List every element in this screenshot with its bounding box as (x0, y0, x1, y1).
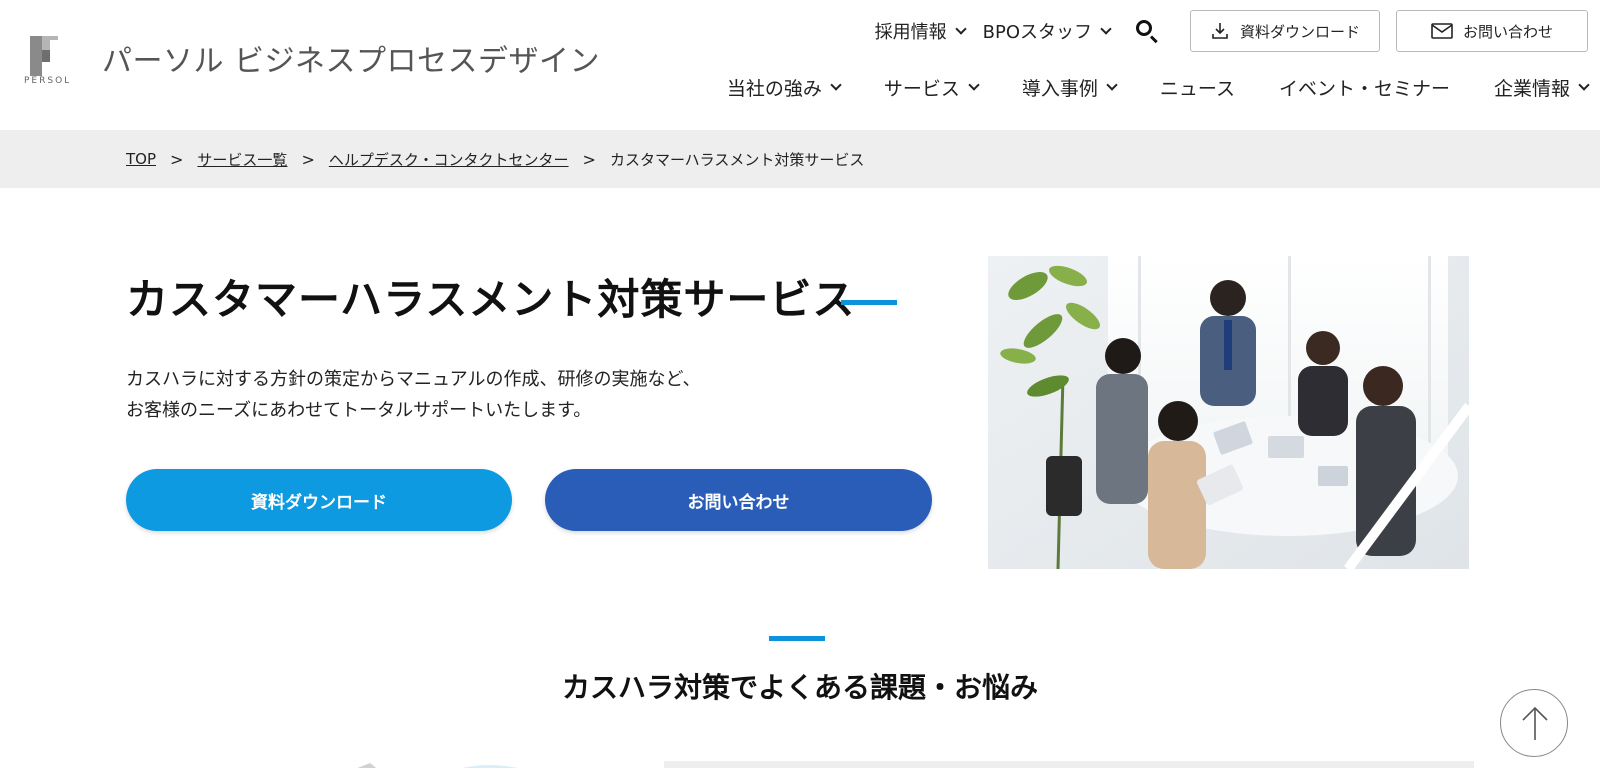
back-to-top-button[interactable] (1500, 689, 1568, 757)
header-contact-label: お問い合わせ (1462, 22, 1553, 41)
breadcrumb: TOP > サービス一覧 > ヘルプデスク・コンタクトセンター > カスタマーハ… (0, 130, 1600, 188)
section-title: カスハラ対策でよくある課題・お悩み (561, 671, 1038, 704)
section-accent-line (769, 636, 825, 641)
nav-cases-label: 導入事例 (1021, 77, 1098, 100)
hero-description-line-1: カスハラに対する方針の策定からマニュアルの作成、研修の実施など、 (126, 369, 701, 390)
nav-recruit[interactable]: 採用情報 (874, 18, 967, 44)
breadcrumb-separator: > (170, 149, 184, 169)
illustration-peek (340, 756, 550, 768)
nav-services[interactable]: サービス (883, 74, 980, 101)
mail-icon (1431, 22, 1453, 40)
chevron-down-icon (1100, 23, 1112, 35)
site-logo[interactable]: PERSOL パーソル ビジネスプロセスデザイン (24, 36, 600, 86)
logo-subtext: PERSOL (24, 76, 72, 86)
main-nav: 当社の強み サービス 導入事例 ニュース イベント・セミナー 企業情報 (726, 70, 1590, 104)
nav-events[interactable]: イベント・セミナー (1279, 74, 1450, 101)
nav-bpo-staff-label: BPOスタッフ (982, 22, 1092, 43)
brand-name: パーソル ビジネスプロセスデザイン (102, 44, 601, 79)
chevron-down-icon (830, 79, 842, 91)
nav-strengths-label: 当社の強み (726, 77, 822, 100)
title-accent-line (841, 300, 897, 305)
nav-news-label: ニュース (1159, 77, 1235, 100)
nav-services-label: サービス (883, 77, 960, 100)
persol-logo-mark: PERSOL (24, 36, 72, 86)
header-download-button[interactable]: 資料ダウンロード (1190, 10, 1380, 52)
hero-description-line-2: お客様のニーズにあわせてトータルサポートいたします。 (126, 400, 592, 421)
chevron-down-icon (968, 79, 980, 91)
chevron-down-icon (1106, 79, 1118, 91)
breadcrumb-top[interactable]: TOP (126, 150, 156, 168)
chevron-down-icon (954, 23, 967, 35)
breadcrumb-separator: > (582, 149, 596, 169)
search-icon[interactable] (1132, 16, 1162, 46)
header-contact-button[interactable]: お問い合わせ (1396, 10, 1588, 52)
site-header: PERSOL パーソル ビジネスプロセスデザイン 採用情報 BPOスタッフ 資料… (0, 0, 1600, 130)
breadcrumb-services-list[interactable]: サービス一覧 (197, 149, 287, 170)
nav-events-label: イベント・セミナー (1278, 77, 1450, 100)
download-button[interactable]: 資料ダウンロード (126, 469, 512, 531)
nav-strengths[interactable]: 当社の強み (726, 74, 842, 101)
hero-photo-business-meeting (988, 256, 1469, 569)
nav-company-label: 企業情報 (1493, 77, 1570, 100)
download-icon (1210, 21, 1230, 41)
header-download-label: 資料ダウンロード (1239, 22, 1360, 41)
nav-company[interactable]: 企業情報 (1493, 74, 1590, 101)
breadcrumb-current: カスタマーハラスメント対策サービス (609, 150, 865, 169)
content-panel-peek (664, 761, 1474, 768)
breadcrumb-helpdesk[interactable]: ヘルプデスク・コンタクトセンター (329, 149, 569, 170)
page-title: カスタマーハラスメント対策サービス (126, 275, 856, 324)
chevron-down-icon (1578, 79, 1590, 91)
nav-cases[interactable]: 導入事例 (1021, 74, 1118, 101)
nav-news[interactable]: ニュース (1160, 74, 1235, 101)
contact-button[interactable]: お問い合わせ (545, 469, 932, 531)
nav-bpo-staff[interactable]: BPOスタッフ (982, 18, 1112, 44)
breadcrumb-separator: > (301, 149, 315, 169)
hero-description: カスハラに対する方針の策定からマニュアルの作成、研修の実施など、 お客様のニーズ… (126, 364, 701, 426)
utility-nav: 採用情報 BPOスタッフ 資料ダウンロード お問い合わせ (875, 10, 1588, 52)
nav-recruit-label: 採用情報 (874, 22, 947, 43)
